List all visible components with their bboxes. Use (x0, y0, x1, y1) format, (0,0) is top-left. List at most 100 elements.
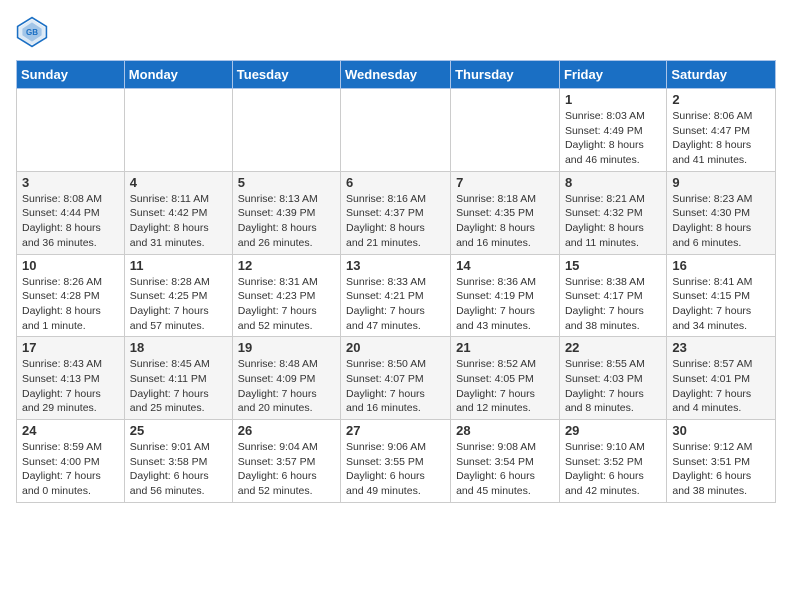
day-number: 6 (346, 175, 445, 190)
day-number: 28 (456, 423, 554, 438)
day-number: 24 (22, 423, 119, 438)
day-info: Sunrise: 8:13 AM Sunset: 4:39 PM Dayligh… (238, 192, 335, 251)
calendar-day: 6 Sunrise: 8:16 AM Sunset: 4:37 PM Daylig… (341, 171, 451, 254)
day-number: 23 (672, 340, 770, 355)
calendar-week-5: 24 Sunrise: 8:59 AM Sunset: 4:00 PM Dayli… (17, 420, 776, 503)
logo-icon: GB (16, 16, 48, 48)
day-number: 12 (238, 258, 335, 273)
day-number: 21 (456, 340, 554, 355)
day-number: 18 (130, 340, 227, 355)
calendar-day: 10Sunrise: 8:26 AM Sunset: 4:28 PM Dayli… (17, 254, 125, 337)
calendar-day: 25 Sunrise: 9:01 AM Sunset: 3:58 PM Dayli… (124, 420, 232, 503)
day-header-monday: Monday (124, 61, 232, 89)
day-number: 2 (672, 92, 770, 107)
day-number: 3 (22, 175, 119, 190)
day-number: 15 (565, 258, 661, 273)
day-number: 7 (456, 175, 554, 190)
calendar-week-1: 1Sunrise: 8:03 AM Sunset: 4:49 PM Daylig… (17, 89, 776, 172)
calendar-day: 30Sunrise: 9:12 AM Sunset: 3:51 PM Dayli… (667, 420, 776, 503)
day-number: 16 (672, 258, 770, 273)
day-number: 20 (346, 340, 445, 355)
day-info: Sunrise: 8:57 AM Sunset: 4:01 PM Dayligh… (672, 357, 770, 416)
calendar-day: 16 Sunrise: 8:41 AM Sunset: 4:15 PM Dayli… (667, 254, 776, 337)
calendar-day (341, 89, 451, 172)
day-info: Sunrise: 8:08 AM Sunset: 4:44 PM Dayligh… (22, 192, 119, 251)
day-info: Sunrise: 8:48 AM Sunset: 4:09 PM Dayligh… (238, 357, 335, 416)
day-header-saturday: Saturday (667, 61, 776, 89)
calendar-day: 11 Sunrise: 8:28 AM Sunset: 4:25 PM Dayli… (124, 254, 232, 337)
day-info: Sunrise: 8:23 AM Sunset: 4:30 PM Dayligh… (672, 192, 770, 251)
day-info: Sunrise: 8:59 AM Sunset: 4:00 PM Dayligh… (22, 440, 119, 499)
day-number: 8 (565, 175, 661, 190)
day-info: Sunrise: 8:43 AM Sunset: 4:13 PM Dayligh… (22, 357, 119, 416)
day-info: Sunrise: 8:16 AM Sunset: 4:37 PM Dayligh… (346, 192, 445, 251)
day-number: 10 (22, 258, 119, 273)
day-info: Sunrise: 8:41 AM Sunset: 4:15 PM Dayligh… (672, 275, 770, 334)
day-number: 9 (672, 175, 770, 190)
day-info: Sunrise: 8:18 AM Sunset: 4:35 PM Dayligh… (456, 192, 554, 251)
calendar-day: 15 Sunrise: 8:38 AM Sunset: 4:17 PM Dayli… (559, 254, 666, 337)
calendar-day: 3 Sunrise: 8:08 AM Sunset: 4:44 PM Daylig… (17, 171, 125, 254)
calendar-day: 8 Sunrise: 8:21 AM Sunset: 4:32 PM Daylig… (559, 171, 666, 254)
calendar-day: 21 Sunrise: 8:52 AM Sunset: 4:05 PM Dayli… (451, 337, 560, 420)
day-header-wednesday: Wednesday (341, 61, 451, 89)
calendar-day: 29 Sunrise: 9:10 AM Sunset: 3:52 PM Dayli… (559, 420, 666, 503)
day-header-friday: Friday (559, 61, 666, 89)
day-number: 26 (238, 423, 335, 438)
calendar-day (451, 89, 560, 172)
day-info: Sunrise: 9:08 AM Sunset: 3:54 PM Dayligh… (456, 440, 554, 499)
day-number: 14 (456, 258, 554, 273)
day-info: Sunrise: 8:06 AM Sunset: 4:47 PM Dayligh… (672, 109, 770, 168)
day-info: Sunrise: 8:38 AM Sunset: 4:17 PM Dayligh… (565, 275, 661, 334)
page-header: GB (16, 16, 776, 48)
day-number: 4 (130, 175, 227, 190)
calendar-day: 26 Sunrise: 9:04 AM Sunset: 3:57 PM Dayli… (232, 420, 340, 503)
day-info: Sunrise: 8:45 AM Sunset: 4:11 PM Dayligh… (130, 357, 227, 416)
day-info: Sunrise: 9:06 AM Sunset: 3:55 PM Dayligh… (346, 440, 445, 499)
day-number: 19 (238, 340, 335, 355)
calendar-day: 28 Sunrise: 9:08 AM Sunset: 3:54 PM Dayli… (451, 420, 560, 503)
day-info: Sunrise: 8:33 AM Sunset: 4:21 PM Dayligh… (346, 275, 445, 334)
day-info: Sunrise: 8:11 AM Sunset: 4:42 PM Dayligh… (130, 192, 227, 251)
calendar-day: 19 Sunrise: 8:48 AM Sunset: 4:09 PM Dayli… (232, 337, 340, 420)
day-number: 29 (565, 423, 661, 438)
day-info: Sunrise: 9:04 AM Sunset: 3:57 PM Dayligh… (238, 440, 335, 499)
logo: GB (16, 16, 52, 48)
day-number: 5 (238, 175, 335, 190)
calendar-day: 2 Sunrise: 8:06 AM Sunset: 4:47 PM Daylig… (667, 89, 776, 172)
day-info: Sunrise: 8:36 AM Sunset: 4:19 PM Dayligh… (456, 275, 554, 334)
day-info: Sunrise: 8:31 AM Sunset: 4:23 PM Dayligh… (238, 275, 335, 334)
calendar-day: 7 Sunrise: 8:18 AM Sunset: 4:35 PM Daylig… (451, 171, 560, 254)
calendar-day (232, 89, 340, 172)
calendar-day: 9 Sunrise: 8:23 AM Sunset: 4:30 PM Daylig… (667, 171, 776, 254)
day-number: 11 (130, 258, 227, 273)
calendar-week-4: 17 Sunrise: 8:43 AM Sunset: 4:13 PM Dayli… (17, 337, 776, 420)
day-info: Sunrise: 9:12 AM Sunset: 3:51 PM Dayligh… (672, 440, 770, 499)
day-info: Sunrise: 8:52 AM Sunset: 4:05 PM Dayligh… (456, 357, 554, 416)
day-info: Sunrise: 9:01 AM Sunset: 3:58 PM Dayligh… (130, 440, 227, 499)
day-info: Sunrise: 8:21 AM Sunset: 4:32 PM Dayligh… (565, 192, 661, 251)
day-info: Sunrise: 8:55 AM Sunset: 4:03 PM Dayligh… (565, 357, 661, 416)
day-header-sunday: Sunday (17, 61, 125, 89)
calendar-table: SundayMondayTuesdayWednesdayThursdayFrid… (16, 60, 776, 503)
calendar-day: 13Sunrise: 8:33 AM Sunset: 4:21 PM Dayli… (341, 254, 451, 337)
svg-text:GB: GB (26, 28, 38, 37)
calendar-day: 17 Sunrise: 8:43 AM Sunset: 4:13 PM Dayli… (17, 337, 125, 420)
day-info: Sunrise: 9:10 AM Sunset: 3:52 PM Dayligh… (565, 440, 661, 499)
calendar-day: 5 Sunrise: 8:13 AM Sunset: 4:39 PM Daylig… (232, 171, 340, 254)
calendar-day: 22 Sunrise: 8:55 AM Sunset: 4:03 PM Dayli… (559, 337, 666, 420)
calendar-day: 12 Sunrise: 8:31 AM Sunset: 4:23 PM Dayli… (232, 254, 340, 337)
day-number: 25 (130, 423, 227, 438)
calendar-header-row: SundayMondayTuesdayWednesdayThursdayFrid… (17, 61, 776, 89)
day-number: 22 (565, 340, 661, 355)
day-header-thursday: Thursday (451, 61, 560, 89)
day-header-tuesday: Tuesday (232, 61, 340, 89)
day-info: Sunrise: 8:28 AM Sunset: 4:25 PM Dayligh… (130, 275, 227, 334)
calendar-day (124, 89, 232, 172)
calendar-day: 24 Sunrise: 8:59 AM Sunset: 4:00 PM Dayli… (17, 420, 125, 503)
day-number: 17 (22, 340, 119, 355)
calendar-week-3: 10Sunrise: 8:26 AM Sunset: 4:28 PM Dayli… (17, 254, 776, 337)
day-info: Sunrise: 8:03 AM Sunset: 4:49 PM Dayligh… (565, 109, 661, 168)
day-info: Sunrise: 8:50 AM Sunset: 4:07 PM Dayligh… (346, 357, 445, 416)
calendar-day: 27Sunrise: 9:06 AM Sunset: 3:55 PM Dayli… (341, 420, 451, 503)
